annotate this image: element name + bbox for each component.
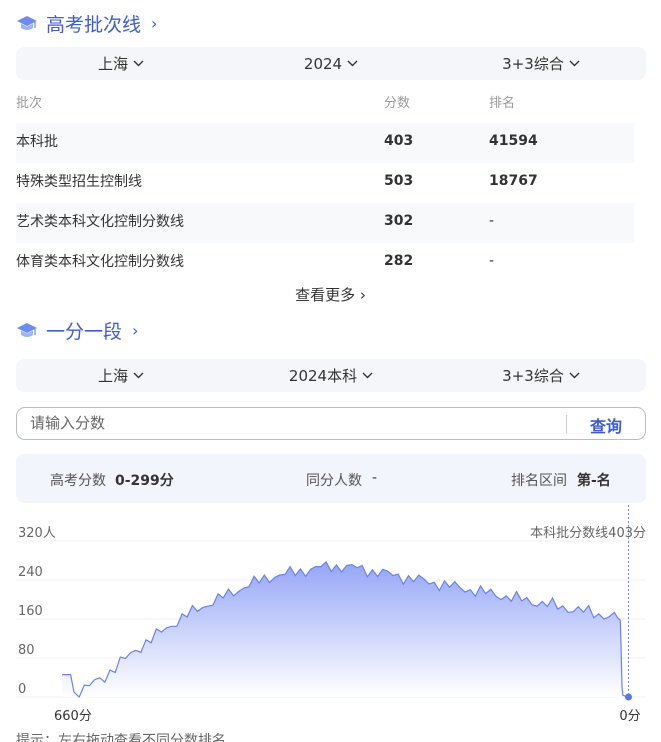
graduation-cap-icon	[17, 15, 37, 30]
batch-filter-province[interactable]: 上海	[16, 53, 226, 74]
batch-filter-bar: 上海 2024 3+3综合	[16, 47, 646, 80]
chevron-down-icon	[347, 60, 358, 67]
y-tick-label: 80	[18, 643, 35, 658]
query-button[interactable]: 查询	[590, 413, 622, 437]
y-tick-label: 320人	[18, 526, 56, 541]
score-distribution-chart[interactable]: 320人 240 160 80 0 本科批分数线403分 660分 0分	[0, 505, 661, 725]
chevron-down-icon	[362, 372, 373, 379]
batch-filter-subject[interactable]: 3+3综合	[436, 53, 646, 74]
stats-panel: 高考分数 0-299分 同分人数 - 排名区间 第-名	[16, 454, 646, 503]
chevron-down-icon	[133, 372, 144, 379]
distribution-area	[62, 561, 628, 697]
batch-table-header: 批次 分数 排名	[16, 92, 636, 111]
view-more-link[interactable]: 查看更多 ›	[0, 284, 661, 305]
x-tick-label: 0分	[619, 709, 640, 724]
same-count-value: -	[372, 470, 378, 486]
score-input[interactable]	[30, 414, 550, 432]
y-tick-label: 240	[18, 565, 43, 580]
score-value: 0-299分	[115, 473, 174, 489]
batch-filter-year[interactable]: 2024	[226, 55, 436, 73]
table-row[interactable]: 体育类本科文化控制分数线 282 -	[16, 243, 634, 283]
column-batch: 批次	[16, 96, 43, 111]
chevron-down-icon	[569, 60, 580, 67]
chevron-down-icon	[569, 372, 580, 379]
segment-filter-province[interactable]: 上海	[16, 365, 226, 386]
rank-range-label: 排名区间	[511, 473, 567, 489]
table-row[interactable]: 本科批 403 41594	[16, 123, 634, 163]
same-count-label: 同分人数	[306, 473, 362, 489]
y-tick-label: 0	[18, 682, 26, 697]
chevron-right-icon: ›	[132, 321, 139, 340]
graduation-cap-icon	[17, 322, 37, 337]
segment-filter-bar: 上海 2024本科 3+3综合	[16, 359, 646, 392]
score-search-box: 查询	[16, 407, 646, 440]
y-tick-label: 160	[18, 604, 43, 619]
chevron-right-icon: ›	[359, 286, 366, 304]
chevron-down-icon	[133, 60, 144, 67]
column-score: 分数	[384, 96, 411, 111]
table-row[interactable]: 艺术类本科文化控制分数线 302 -	[16, 203, 634, 243]
segment-filter-subject[interactable]: 3+3综合	[436, 365, 646, 386]
batch-section-title: 高考批次线	[46, 14, 142, 36]
cutoff-marker-label: 本科批分数线403分	[530, 526, 646, 541]
batch-section-header[interactable]: 高考批次线 ›	[16, 10, 157, 37]
score-label: 高考分数	[50, 473, 106, 489]
segment-section-title: 一分一段	[46, 321, 123, 343]
drag-tip: 提示：左右拖动查看不同分数排名	[16, 733, 226, 742]
search-divider	[566, 415, 567, 433]
segment-filter-year[interactable]: 2024本科	[226, 365, 436, 386]
table-row[interactable]: 特殊类型招生控制线 503 18767	[16, 163, 634, 203]
segment-section-header[interactable]: 一分一段 ›	[16, 317, 138, 344]
drag-handle[interactable]	[625, 693, 632, 701]
x-tick-label: 660分	[54, 709, 92, 724]
rank-range-value: 第-名	[577, 473, 611, 489]
chevron-right-icon: ›	[151, 14, 158, 33]
column-rank: 排名	[489, 96, 516, 111]
